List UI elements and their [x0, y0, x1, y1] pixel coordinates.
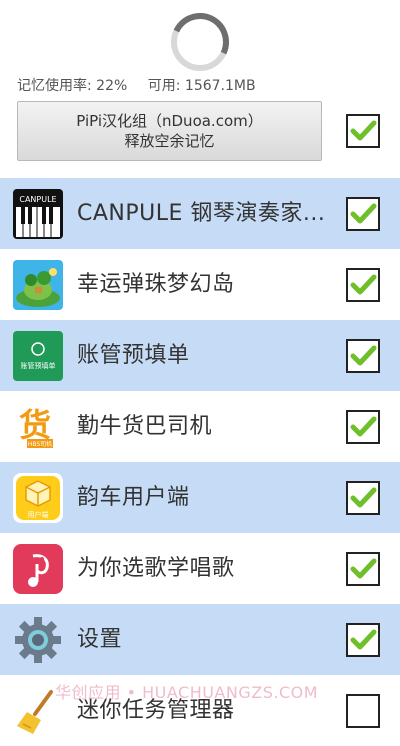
list-item[interactable]: 幸运弹珠梦幻岛 — [0, 249, 400, 320]
app-name: 幸运弹珠梦幻岛 — [77, 272, 235, 297]
release-button-line1: PiPi汉化组（nDuoa.com） — [76, 112, 263, 130]
form-icon-text: 账管预填单 — [21, 361, 56, 370]
release-checkbox[interactable] — [346, 114, 380, 148]
checkmark-icon — [350, 120, 377, 141]
list-item[interactable]: 为你选歌学唱歌 — [0, 533, 400, 604]
loading-spinner-icon — [171, 13, 229, 71]
list-item[interactable]: 账管预填单 账管预填单 — [0, 320, 400, 391]
memory-usage-text: 记忆使用率: 22% — [17, 78, 128, 94]
list-item[interactable]: 设置 — [0, 604, 400, 675]
memory-stats: 记忆使用率: 22% 可用: 1567.1MB — [17, 75, 272, 95]
app-list: CANPULE CANPULE 钢琴演奏家... 幸运弹珠梦幻岛 账管预填单 账… — [0, 178, 400, 746]
app-checkbox[interactable] — [346, 623, 380, 657]
music-app-icon — [13, 544, 63, 594]
checkmark-icon — [350, 274, 377, 295]
list-item[interactable]: 货 HBS司机 勤牛货巴司机 — [0, 391, 400, 462]
release-button-line2: 释放空余记忆 — [124, 132, 215, 150]
list-item[interactable]: CANPULE CANPULE 钢琴演奏家... — [0, 178, 400, 249]
release-memory-button[interactable]: PiPi汉化组（nDuoa.com） 释放空余记忆 — [17, 101, 322, 161]
app-name: 韵车用户端 — [77, 485, 190, 510]
app-name: CANPULE 钢琴演奏家... — [77, 201, 326, 226]
release-row: PiPi汉化组（nDuoa.com） 释放空余记忆 — [0, 101, 400, 163]
app-checkbox[interactable] — [346, 481, 380, 515]
app-checkbox[interactable] — [346, 197, 380, 231]
checkmark-icon — [350, 629, 377, 650]
app-name: 为你选歌学唱歌 — [77, 556, 235, 581]
cargo-icon-subtext: HBS司机 — [28, 440, 52, 448]
app-name: 账管预填单 — [77, 343, 190, 368]
cube-app-icon: 用户端 — [13, 473, 63, 523]
settings-gear-icon — [13, 615, 63, 665]
checkmark-icon — [350, 416, 377, 437]
cargo-icon-text: 货 — [19, 406, 51, 444]
memory-header: 记忆使用率: 22% 可用: 1567.1MB — [0, 0, 400, 100]
list-item[interactable]: 用户端 韵车用户端 — [0, 462, 400, 533]
checkmark-icon — [350, 487, 377, 508]
cube-icon-text: 用户端 — [28, 510, 49, 519]
watermark-text: 华创应用 • HUACHUANGZS.COM — [55, 683, 319, 702]
app-checkbox[interactable] — [346, 339, 380, 373]
checkmark-icon — [350, 558, 377, 579]
app-checkbox[interactable] — [346, 410, 380, 444]
cargo-app-icon: 货 HBS司机 — [13, 402, 63, 452]
island-game-icon — [13, 260, 63, 310]
app-checkbox[interactable] — [346, 694, 380, 728]
app-name: 勤牛货巴司机 — [77, 414, 213, 439]
app-checkbox[interactable] — [346, 552, 380, 586]
checkmark-icon — [350, 345, 377, 366]
memory-available-text: 可用: 1567.1MB — [147, 78, 256, 94]
form-app-icon: 账管预填单 — [13, 331, 63, 381]
app-name: 设置 — [77, 627, 123, 652]
checkmark-icon — [350, 203, 377, 224]
piano-app-icon: CANPULE — [13, 189, 63, 239]
piano-icon-text: CANPULE — [19, 195, 56, 204]
app-checkbox[interactable] — [346, 268, 380, 302]
